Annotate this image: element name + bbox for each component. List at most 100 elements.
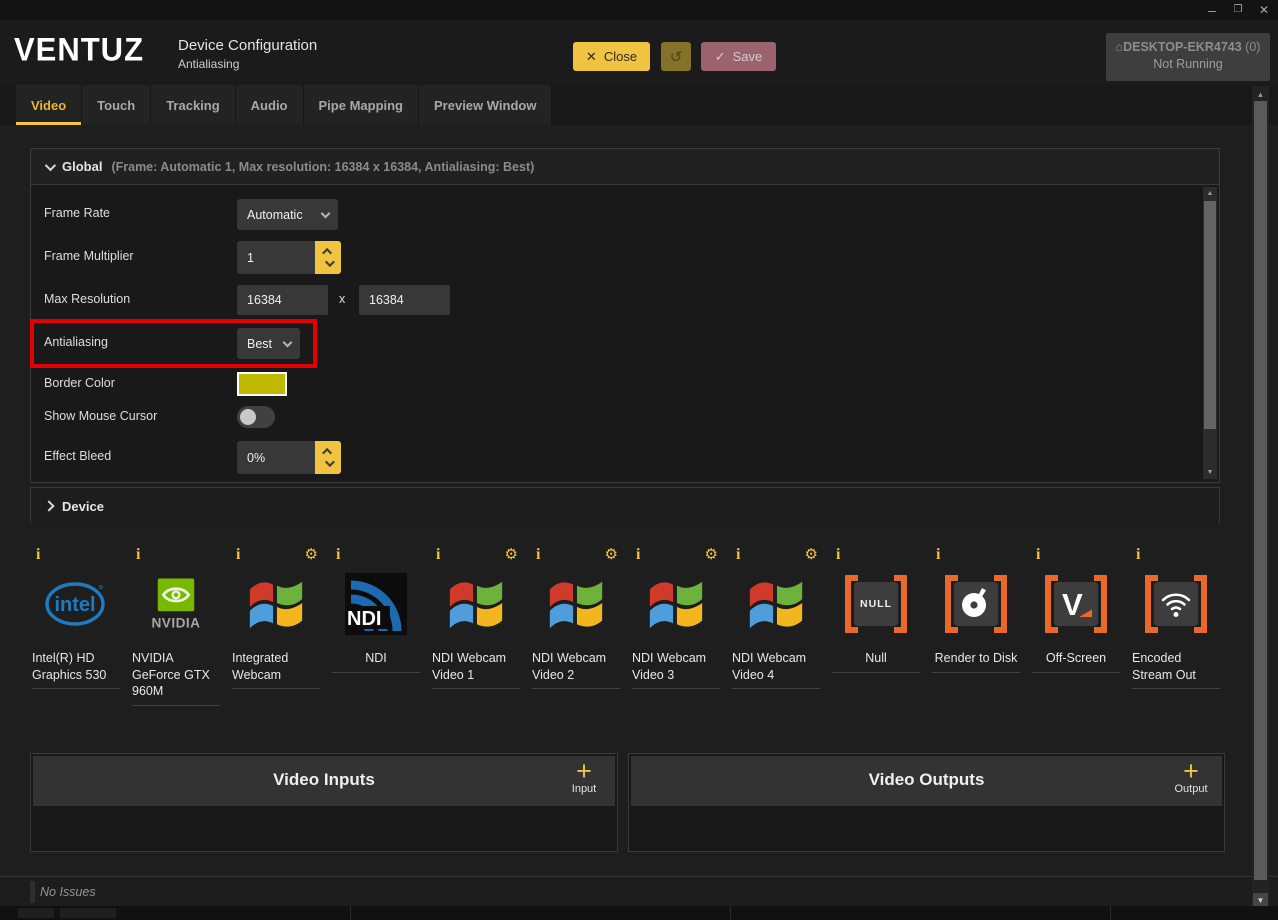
chevron-down-icon <box>324 457 334 467</box>
device-card[interactable]: i⚙Integrated Webcam <box>230 540 322 710</box>
border-color-swatch[interactable] <box>237 372 287 396</box>
device-info-icon[interactable]: i <box>436 546 440 564</box>
device-settings-gear-icon[interactable]: ⚙ <box>805 545 818 563</box>
status-message: No Issues <box>40 885 96 899</box>
frame-rate-label: Frame Rate <box>44 206 110 220</box>
frame-rate-dropdown[interactable]: Automatic <box>237 199 338 230</box>
device-label: NVIDIA GeForce GTX 960M <box>132 650 220 706</box>
tab-bar: VideoTouchTrackingAudioPipe MappingPrevi… <box>0 85 1278 125</box>
device-section-title: Device <box>62 499 104 514</box>
save-button[interactable]: ✓ Save <box>701 42 776 71</box>
device-card[interactable]: i Encoded Stream Out <box>1130 540 1222 710</box>
global-section-header[interactable]: Global (Frame: Automatic 1, Max resoluti… <box>31 149 1219 185</box>
machine-name: DESKTOP-EKR4743 <box>1123 40 1242 54</box>
chevron-down-icon <box>324 257 334 267</box>
device-card[interactable]: iintelIntel(R) HD Graphics 530 <box>30 540 122 710</box>
render-to-disk-icon <box>945 573 1007 635</box>
chevron-down-icon <box>283 338 293 348</box>
ventuz-window: – ❐ ✕ VENTUZ Device Configuration Antial… <box>0 0 1278 920</box>
device-settings-gear-icon[interactable]: ⚙ <box>305 545 318 563</box>
device-info-icon[interactable]: i <box>536 546 540 564</box>
max-resolution-height-field[interactable]: 16384 <box>359 285 450 315</box>
antialiasing-label: Antialiasing <box>44 335 108 349</box>
device-label: Encoded Stream Out <box>1132 650 1220 689</box>
border-color-label: Border Color <box>44 376 115 390</box>
device-card[interactable]: iNVIDIANVIDIA GeForce GTX 960M <box>130 540 222 710</box>
scroll-up-icon[interactable]: ▲ <box>1252 90 1269 99</box>
add-input-button[interactable]: + Input <box>561 758 607 795</box>
plus-icon: + <box>1168 758 1214 784</box>
global-section-panel: Global (Frame: Automatic 1, Max resoluti… <box>30 148 1220 483</box>
add-output-button[interactable]: + Output <box>1168 758 1214 795</box>
stream-out-icon <box>1145 573 1207 635</box>
status-bar: No Issues <box>0 876 1278 906</box>
windows-logo <box>545 573 607 635</box>
video-outputs-title: Video Outputs <box>631 770 1222 790</box>
device-info-icon[interactable]: i <box>1136 546 1140 564</box>
device-info-icon[interactable]: i <box>936 546 940 564</box>
minimize-icon[interactable]: – <box>1204 0 1220 20</box>
device-label: NDI Webcam Video 2 <box>532 650 620 689</box>
device-settings-gear-icon[interactable]: ⚙ <box>705 545 718 563</box>
frame-multiplier-input[interactable]: 1 <box>237 241 341 274</box>
device-card[interactable]: iRender to Disk <box>930 540 1022 710</box>
antialiasing-dropdown[interactable]: Best <box>237 328 300 359</box>
scrollbar-thumb[interactable] <box>1204 201 1216 429</box>
max-resolution-width-field[interactable]: 16384 <box>237 285 328 315</box>
show-mouse-cursor-label: Show Mouse Cursor <box>44 409 157 423</box>
device-info-icon[interactable]: i <box>736 546 740 564</box>
tab-preview-window[interactable]: Preview Window <box>419 85 552 125</box>
windows-logo <box>245 573 307 635</box>
app-header: VENTUZ Device Configuration Antialiasing… <box>0 20 1278 85</box>
device-settings-gear-icon[interactable]: ⚙ <box>605 545 618 563</box>
tab-tracking[interactable]: Tracking <box>151 85 235 125</box>
device-card[interactable]: iVOff-Screen <box>1030 540 1122 710</box>
page-title: Device Configuration <box>178 37 317 54</box>
tab-touch[interactable]: Touch <box>82 85 151 125</box>
resolution-x-separator: x <box>339 292 345 306</box>
chevron-down-icon <box>321 209 331 219</box>
scroll-up-icon[interactable]: ▲ <box>1203 190 1217 197</box>
device-card[interactable]: i ⚙ NDI Webcam Video 1 <box>430 540 522 710</box>
device-info-icon[interactable]: i <box>136 546 140 564</box>
tab-audio[interactable]: Audio <box>236 85 304 125</box>
device-card[interactable]: i ⚙ NDI Webcam Video 2 <box>530 540 622 710</box>
tab-video[interactable]: Video <box>16 85 82 125</box>
device-card[interactable]: iNDINDI <box>330 540 422 710</box>
chevron-right-icon <box>43 500 54 511</box>
null-bracket-icon: NULL <box>845 573 907 635</box>
page-subtitle: Antialiasing <box>178 57 317 71</box>
device-info-icon[interactable]: i <box>336 546 340 564</box>
intel-logo: intel <box>45 573 107 635</box>
device-card[interactable]: iNULLNull <box>830 540 922 710</box>
device-info-icon[interactable]: i <box>636 546 640 564</box>
device-info-icon[interactable]: i <box>836 546 840 564</box>
maximize-icon[interactable]: ❐ <box>1230 0 1246 20</box>
window-close-icon[interactable]: ✕ <box>1256 0 1272 20</box>
toggle-knob <box>240 409 256 425</box>
frame-multiplier-stepper[interactable] <box>315 241 341 274</box>
revert-button[interactable]: ↺ <box>661 42 691 71</box>
video-inputs-panel: Video Inputs + Input <box>30 753 618 852</box>
device-info-icon[interactable]: i <box>36 546 40 564</box>
device-settings-gear-icon[interactable]: ⚙ <box>505 545 518 563</box>
effect-bleed-input[interactable]: 0% <box>237 441 341 474</box>
show-mouse-cursor-toggle[interactable] <box>237 406 275 428</box>
device-section-header[interactable]: Device <box>31 488 1219 524</box>
scrollbar-thumb[interactable] <box>1254 101 1267 880</box>
global-panel-scrollbar[interactable]: ▲ ▼ <box>1203 187 1217 479</box>
device-info-icon[interactable]: i <box>236 546 240 564</box>
device-info-icon[interactable]: i <box>1036 546 1040 564</box>
close-button[interactable]: ✕ Close <box>573 42 650 71</box>
device-label: NDI Webcam Video 1 <box>432 650 520 689</box>
tab-pipe-mapping[interactable]: Pipe Mapping <box>304 85 420 125</box>
device-card[interactable]: i⚙NDI Webcam Video 3 <box>630 540 722 710</box>
offscreen-icon: V <box>1045 573 1107 635</box>
scroll-down-icon[interactable]: ▼ <box>1203 469 1217 476</box>
machine-status-box[interactable]: ⌂DESKTOP-EKR4743 (0) Not Running <box>1106 33 1270 81</box>
home-icon: ⌂ <box>1116 40 1124 54</box>
main-scrollbar[interactable]: ▲ ▼ <box>1252 86 1269 910</box>
video-outputs-header: Video Outputs + Output <box>631 756 1222 806</box>
effect-bleed-stepper[interactable] <box>315 441 341 474</box>
device-card[interactable]: i⚙NDI Webcam Video 4 <box>730 540 822 710</box>
